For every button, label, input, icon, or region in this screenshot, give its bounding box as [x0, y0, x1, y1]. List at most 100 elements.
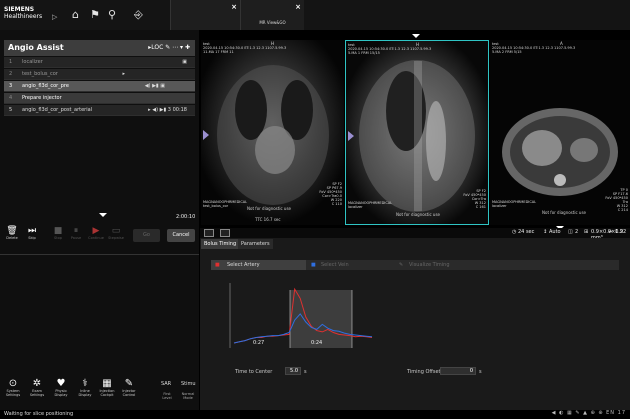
slab-icon: ◫	[568, 229, 573, 235]
stop-icon: ■	[53, 226, 63, 236]
go-button[interactable]: Go	[133, 229, 160, 242]
viewport-3[interactable]: test 2020.04.15 10:54:30.0 ET:1.3 12.3 1…	[490, 40, 630, 225]
auto-icon: ↕	[543, 229, 548, 235]
mode-value: Auto	[549, 229, 561, 235]
tab-exam[interactable]: ×	[170, 0, 240, 30]
siemens-logo: SIEMENS Healthineers	[4, 6, 42, 20]
orientation-label: H	[271, 41, 275, 46]
overlay-bottom-left: MAGNANOOPHRMEDICAL localizer	[492, 200, 537, 208]
overlay-bottom-left: MAGNANOOPHRMEDICAL localizer	[348, 201, 393, 209]
inline-display-icon: ⚕	[82, 378, 88, 389]
system-settings-icon: ⊙	[8, 378, 18, 389]
ttc-label: TTC 16.7 sec	[255, 217, 281, 222]
patient-browser-icon[interactable]: ⚑	[90, 9, 100, 20]
total-time: 2:00:10	[176, 214, 196, 220]
time-to-center-input[interactable]: 5.0	[285, 367, 301, 375]
protocol-row[interactable]: 5 angio_fl3d_cor_post_arterial ▸ ◀) ▶▮ 3…	[4, 105, 195, 116]
brand-line2: Healthineers	[4, 13, 43, 20]
system-settings-button[interactable]: ⊙ System Settings	[2, 378, 24, 397]
image-status-bar: ◷ 24 sec ↕ Auto ◫ 2 ⊞ 0.9×0.9×0.9 mm³ ⇔ …	[200, 228, 630, 241]
scroll-marker-icon[interactable]	[348, 131, 354, 141]
cancel-button[interactable]: Cancel	[167, 229, 195, 242]
tab-mr-viewgo[interactable]: × MR View&GO	[240, 0, 304, 30]
trash-icon: 🗑	[6, 226, 18, 236]
protocol-row-injector[interactable]: 4 Prepare injector	[4, 93, 195, 104]
stop-button[interactable]: ■ Stop	[50, 226, 66, 240]
inline-display-button[interactable]: ⚕ Inline Display	[74, 378, 96, 397]
orientation-label: A	[560, 41, 563, 46]
factor-icon: ⇔	[608, 229, 613, 235]
overlay-bottom-right: SP F2 FoV 450*450 Cor>Tra W 312 C 161	[463, 189, 486, 209]
search-user-icon[interactable]: ⚲	[108, 9, 116, 20]
step-select-artery[interactable]: Select Artery	[227, 260, 260, 270]
tab-bolus-timing[interactable]: Bolus Timing	[201, 239, 240, 249]
marker-time-2: 0:24	[311, 340, 323, 346]
voxel-icon: ⊞	[584, 229, 589, 235]
stimu-label: Stimu	[181, 381, 196, 387]
play-icon: ▶	[92, 226, 100, 236]
skip-button[interactable]: ⏭ Skip	[24, 226, 40, 240]
timing-offset-label: Timing Offset	[407, 369, 441, 375]
physio-display-button[interactable]: ♥ Physio Display	[50, 378, 72, 397]
orientation-label: H	[416, 42, 420, 47]
tab-parameters[interactable]: Parameters	[238, 239, 273, 249]
stimu-mode: Normal Mode	[181, 392, 195, 400]
protocol-row-active[interactable]: 3 angio_fl3d_cor_pre ◀) ▶▮ ▣	[4, 81, 195, 92]
assist-toolbar[interactable]: ▸LOC ✎ ⋯ ▾ ✚	[148, 44, 190, 51]
exam-icon[interactable]: ⎆	[134, 9, 143, 20]
assist-title: Angio Assist	[8, 43, 64, 52]
scroll-marker-icon[interactable]	[203, 130, 209, 140]
timing-offset-input[interactable]: 0	[440, 367, 476, 375]
not-for-diagnostic-label: Not for diagnostic use	[542, 210, 586, 215]
overlay-bottom-right: SP F2 SP P67.9 FoV 450*450 Cor>Tra0.0 W …	[319, 182, 342, 206]
injection-cockpit-button[interactable]: ▦ Injection Cockpit	[96, 378, 118, 397]
skip-icon: ⏭	[27, 226, 37, 236]
clock-icon: ◷	[512, 229, 517, 235]
count-value: 2	[575, 229, 579, 235]
continue-button[interactable]: ▶ Continue	[88, 226, 104, 240]
tab-label: MR View&GO	[259, 20, 286, 25]
not-for-diagnostic-label: Not for diagnostic use	[247, 206, 291, 211]
bolus-panel: Bolus Timing Parameters ■ Select Artery …	[200, 238, 630, 410]
layout-icon[interactable]	[204, 229, 214, 237]
exam-settings-button[interactable]: ✲ Exam Settings	[26, 378, 48, 397]
pause-button[interactable]: ⏸ Pause	[68, 226, 84, 240]
viewport-1[interactable]: test 2020.04.15 10:54:30.0 ET:1.3 12.3 1…	[201, 40, 344, 225]
protocol-row[interactable]: 2 test_bolus_cor ▸	[4, 69, 195, 80]
offset-unit: s	[479, 369, 482, 375]
heart-icon: ♥	[56, 378, 66, 389]
protocol-row[interactable]: 1 localizer ▣	[4, 57, 195, 68]
not-for-diagnostic-label: Not for diagnostic use	[396, 212, 440, 217]
injector-icon: ✎	[124, 378, 134, 389]
marker-time-1: 0:27	[253, 340, 265, 346]
overlay-bottom-left: MAGNANOOPHRMEDICAL test_bolus_cor	[203, 200, 248, 208]
status-message: Waiting for slice positioning	[4, 411, 74, 417]
factor-value: 1.22	[615, 229, 627, 235]
time-to-center-label: Time to Center	[235, 369, 273, 375]
bolus-curve-chart[interactable]	[220, 278, 620, 353]
angio-assist-panel: Angio Assist ▸LOC ✎ ⋯ ▾ ✚ 1 localizer ▣ …	[0, 30, 199, 410]
delete-button[interactable]: 🗑 Delete	[4, 226, 20, 240]
ttc-unit: s	[304, 369, 307, 375]
system-tray: ◀ ◐ ▦ ✎ ▲ ⊕ ⊕ EN 17	[551, 410, 626, 416]
injector-control-button[interactable]: ✎ Injector Control	[118, 378, 140, 397]
exam-settings-icon: ✲	[32, 378, 42, 389]
stepwise-button[interactable]: ▭ Stepwise	[108, 226, 124, 240]
grid-icon[interactable]	[220, 229, 230, 237]
step-select-vein[interactable]: Select Vein	[321, 260, 349, 270]
home-icon[interactable]: ⌂	[72, 9, 79, 20]
close-icon[interactable]: ×	[295, 3, 301, 11]
injection-cockpit-icon: ▦	[102, 378, 112, 389]
assist-header: Angio Assist ▸LOC ✎ ⋯ ▾ ✚	[4, 40, 195, 56]
step-visualize-timing[interactable]: Visualize Timing	[409, 260, 450, 270]
red-marker-icon: ■	[215, 262, 220, 268]
step-bar: ■ Select Artery ■ Select Vein ✎ Visualiz…	[211, 260, 619, 270]
top-bar: SIEMENS Healthineers ▷ ⌂ ⚑ ⚲ ⎆ × × MR Vi…	[0, 0, 630, 38]
collapse-icon[interactable]	[412, 34, 420, 38]
arrow-icon: ▷	[52, 13, 58, 21]
scan-time: 24 sec	[518, 229, 535, 235]
timing-icon: ✎	[399, 262, 404, 268]
close-icon[interactable]: ×	[231, 3, 237, 11]
viewport-2[interactable]: test 2020.04.15 10:54:30.0 ET:1.3 12.3 1…	[345, 40, 489, 225]
collapse-arrow-icon[interactable]	[99, 213, 107, 217]
